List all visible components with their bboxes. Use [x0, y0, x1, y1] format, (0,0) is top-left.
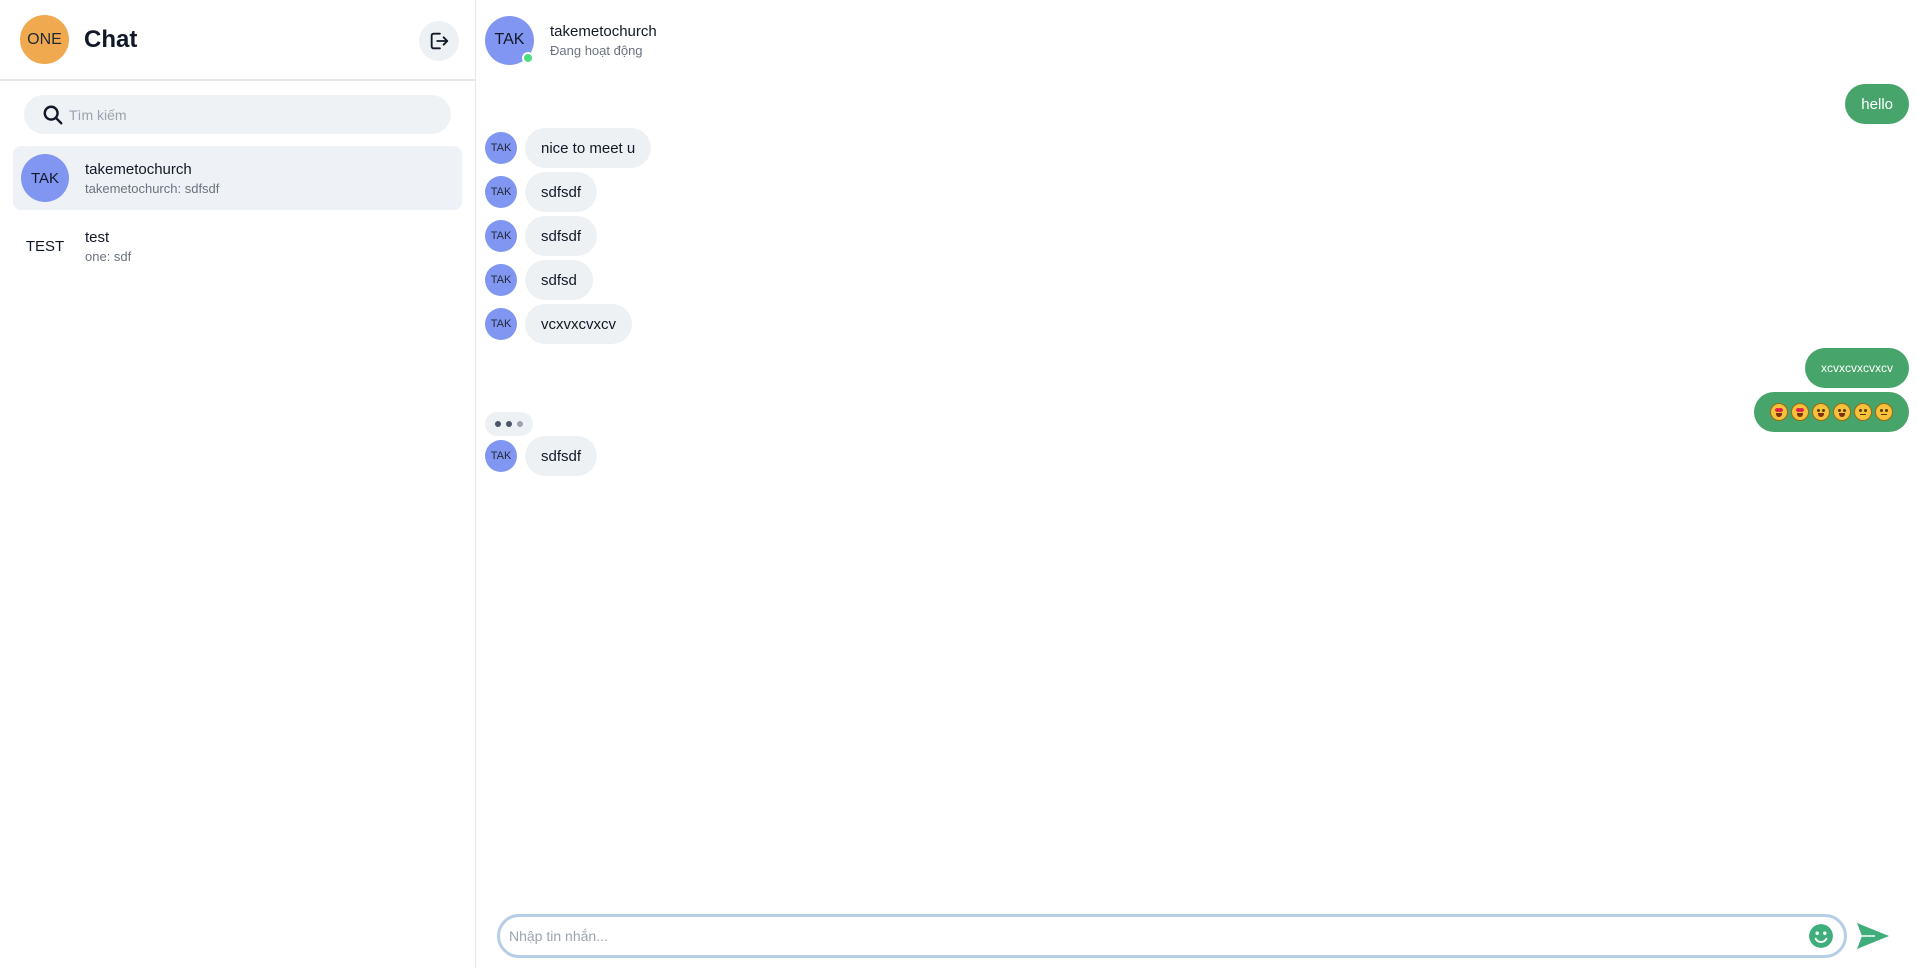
tongue-emoji: [1812, 403, 1830, 421]
message-row: TAK sdfsdf: [476, 172, 1917, 212]
search-container: [0, 81, 475, 134]
logout-button[interactable]: [419, 21, 459, 61]
conversation-text: takemetochurch takemetochurch: sdfsdf: [85, 161, 219, 196]
received-message-bubble[interactable]: sdfsdf: [525, 172, 598, 212]
received-message-bubble[interactable]: nice to meet u: [525, 128, 652, 168]
slight-frown-emoji: [1875, 403, 1893, 421]
received-message-bubble[interactable]: sdfsdf: [525, 436, 598, 476]
app-title: Chat: [84, 25, 138, 53]
emoji-row: [1770, 403, 1893, 421]
message-row: TAK nice to meet u: [476, 128, 1917, 168]
sidebar: ONE Chat TAK: [0, 0, 476, 968]
message-composer: [497, 914, 1893, 958]
conversation-list: TAK takemetochurch takemetochurch: sdfsd…: [0, 134, 475, 278]
sent-message-bubble[interactable]: xcvxcvxcvxcv: [1805, 348, 1909, 388]
conversation-last-message: one: sdf: [85, 248, 132, 264]
avatar: TAK: [21, 154, 69, 202]
my-avatar[interactable]: ONE: [20, 15, 69, 64]
send-icon: [1857, 923, 1889, 949]
star-struck-emoji: [1791, 403, 1809, 421]
chat-panel: TAK takemetochurch Đang hoạt động hello …: [476, 0, 1917, 968]
conversation-name: test: [85, 228, 110, 246]
search-icon: [43, 105, 63, 124]
sender-avatar: TAK: [485, 440, 517, 472]
conversation-last-message: takemetochurch: sdfsdf: [85, 180, 220, 196]
neutral-emoji: [1854, 403, 1872, 421]
message-row: xcvxcvxcvxcv: [476, 348, 1917, 388]
typing-indicator: [485, 412, 533, 436]
received-message-bubble[interactable]: vcxvxcvxcv: [525, 304, 632, 344]
typing-dot: [495, 421, 501, 427]
contact-avatar[interactable]: TAK: [485, 15, 534, 65]
message-row: hello: [476, 84, 1917, 124]
contact-name: takemetochurch: [550, 22, 657, 40]
sidebar-header: ONE Chat: [0, 0, 475, 81]
search-input[interactable]: [69, 106, 449, 123]
received-message-bubble[interactable]: sdfsd: [525, 260, 593, 300]
sender-avatar: TAK: [485, 264, 517, 296]
message-row: TAK sdfsdf: [476, 216, 1917, 256]
received-message-bubble[interactable]: sdfsdf: [525, 216, 598, 256]
chat-header: TAK takemetochurch Đang hoạt động: [476, 0, 1917, 80]
message-input[interactable]: [509, 928, 1808, 944]
chat-title: takemetochurch Đang hoạt động: [550, 23, 657, 58]
message-row: TAK vcxvxcvxcv: [476, 304, 1917, 344]
message-row: TAK sdfsdf: [476, 436, 1917, 476]
chat-app: ONE Chat TAK: [0, 0, 1917, 968]
heart-eyes-emoji: [1770, 403, 1788, 421]
message-row: [476, 392, 1917, 432]
send-button[interactable]: [1853, 916, 1893, 956]
conversation-name: takemetochurch: [85, 160, 192, 178]
sender-avatar: TAK: [485, 176, 517, 208]
conversation-text: test one: sdf: [85, 229, 131, 264]
contact-status: Đang hoạt động: [550, 42, 643, 58]
search-box[interactable]: [24, 95, 451, 134]
contact-avatar-label: TAK: [494, 31, 525, 48]
sender-avatar: TAK: [485, 220, 517, 252]
sent-emoji-message-bubble[interactable]: [1754, 392, 1909, 432]
message-row: TAK sdfsd: [476, 260, 1917, 300]
typing-dot: [506, 421, 512, 427]
sent-message-bubble[interactable]: hello: [1845, 84, 1909, 124]
online-status-dot: [522, 51, 534, 64]
smiley-icon[interactable]: [1808, 923, 1834, 949]
composer-input-wrapper[interactable]: [497, 914, 1847, 958]
logout-icon: [430, 32, 449, 50]
grinning-emoji: [1833, 403, 1851, 421]
conversation-item-test[interactable]: TEST test one: sdf: [13, 214, 462, 278]
sender-avatar: TAK: [485, 132, 517, 164]
conversation-item-takemetochurch[interactable]: TAK takemetochurch takemetochurch: sdfsd…: [13, 146, 462, 210]
typing-dot: [517, 421, 523, 427]
avatar: TEST: [25, 237, 65, 255]
sender-avatar: TAK: [485, 308, 517, 340]
